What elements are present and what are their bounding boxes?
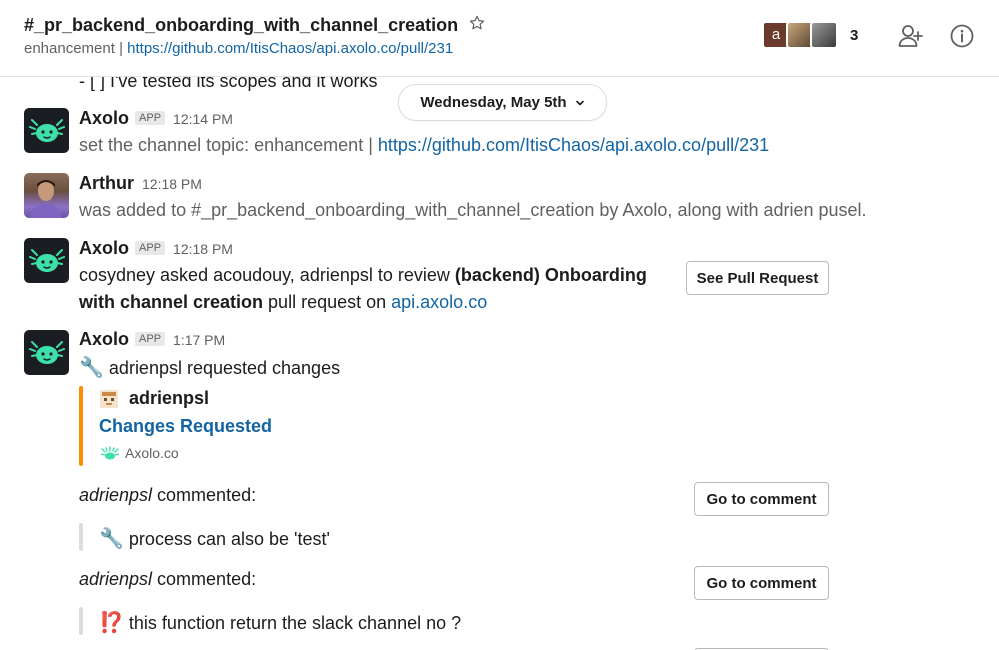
date-label: Wednesday, May 5th (420, 94, 567, 111)
author-name[interactable]: Arthur (79, 173, 134, 193)
comment-quote: ⁉️ this function return the slack channe… (99, 610, 461, 635)
commented-label: commented: (152, 569, 257, 589)
axolo-avatar[interactable] (24, 330, 69, 375)
topic-separator: | (119, 40, 123, 57)
pr-title-part: (backend) Onboarding (454, 265, 647, 285)
quote-bar (79, 607, 83, 635)
member-avatar (810, 21, 838, 49)
topic-label: enhancement (24, 40, 115, 57)
pr-title-part: with channel creation (79, 292, 264, 312)
comment-quote: 🔧 process can also be 'test' (99, 526, 330, 551)
person-photo (30, 180, 62, 218)
comment-header: adrienpsl commented: (79, 569, 256, 590)
message-text: cosydney asked acoudouy, adrienpsl to re… (79, 265, 647, 286)
message-text: with channel creation pull request on ap… (79, 292, 487, 313)
attachment-author: adrienpsl (99, 388, 209, 409)
comment-header: adrienpsl commented: (79, 485, 256, 506)
review-request-text: pull request on (263, 292, 392, 312)
timestamp[interactable]: 12:14 PM (173, 111, 233, 127)
previous-message-text: - [ ] I've tested its scopes and it work… (79, 77, 378, 91)
axolo-avatar[interactable] (24, 108, 69, 153)
go-to-comment-button[interactable]: Go to comment (694, 482, 829, 516)
topic-change-text: set the channel topic: enhancement | (79, 135, 373, 155)
topic-link[interactable]: https://github.com/ItisChaos/api.axolo.c… (127, 40, 453, 57)
go-to-comment-button[interactable]: Go to comment (694, 566, 829, 600)
attachment-footer-text: Axolo.co (125, 445, 179, 461)
attachment-title: Changes Requested (99, 416, 272, 437)
commenter-name: adrienpsl (79, 569, 153, 589)
commenter-name: adrienpsl (79, 485, 153, 505)
author-name[interactable]: Axolo (79, 108, 129, 128)
quote-bar (79, 523, 83, 551)
attachment-author-name[interactable]: adrienpsl (129, 388, 209, 409)
timestamp[interactable]: 12:18 PM (142, 176, 202, 192)
timestamp[interactable]: 1:17 PM (173, 332, 225, 348)
channel-topic: enhancement | https://github.com/ItisCha… (24, 40, 453, 57)
channel-name[interactable]: #_pr_backend_onboarding_with_channel_cre… (24, 15, 458, 36)
author-name[interactable]: Axolo (79, 238, 129, 258)
comment-text: process can also be 'test' (128, 529, 330, 549)
message-text: 🔧 adrienpsl requested changes (79, 355, 340, 380)
message-text: was added to #_pr_backend_onboarding_wit… (79, 200, 867, 220)
star-icon[interactable] (468, 14, 486, 37)
member-list-button[interactable]: a 3 (762, 21, 858, 49)
user-avatar-icon (99, 389, 119, 409)
message-text: set the channel topic: enhancement | htt… (79, 135, 769, 156)
timestamp[interactable]: 12:18 PM (173, 241, 233, 257)
app-badge: APP (135, 332, 166, 346)
pull-request-link[interactable]: https://github.com/ItisChaos/api.axolo.c… (378, 135, 769, 155)
date-divider[interactable]: Wednesday, May 5th (398, 84, 607, 121)
attachment-color-bar (79, 386, 83, 466)
author-name[interactable]: Axolo (79, 329, 129, 349)
axolo-logo-icon (101, 446, 119, 460)
wrench-icon: 🔧 (99, 528, 124, 550)
channel-header: #_pr_backend_onboarding_with_channel_cre… (0, 0, 999, 77)
app-badge: APP (135, 111, 166, 125)
info-icon[interactable] (948, 22, 976, 50)
app-badge: APP (135, 241, 166, 255)
channel-title[interactable]: #_pr_backend_onboarding_with_channel_cre… (24, 14, 486, 37)
commented-label: commented: (152, 485, 257, 505)
axolotl-icon (28, 248, 65, 272)
axolo-avatar[interactable] (24, 238, 69, 283)
wrench-icon: 🔧 (79, 357, 104, 379)
axolotl-icon (28, 118, 65, 142)
review-request-text: cosydney asked acoudouy, adrienpsl to re… (79, 265, 455, 285)
member-count: 3 (850, 26, 859, 44)
message-list[interactable]: - [ ] I've tested its scopes and it work… (0, 77, 999, 650)
attachment-footer: Axolo.co (101, 445, 179, 461)
see-pull-request-button[interactable]: See Pull Request (686, 261, 829, 295)
message-meta: Axolo APP 12:18 PM (79, 238, 233, 259)
chevron-down-icon (575, 98, 585, 108)
changes-requested-link[interactable]: Changes Requested (99, 416, 272, 436)
add-member-icon[interactable] (897, 22, 925, 50)
requested-changes-text: adrienpsl requested changes (108, 358, 341, 378)
interrobang-icon: ⁉️ (99, 612, 124, 634)
comment-text: this function return the slack channel n… (128, 613, 462, 633)
repo-link[interactable]: api.axolo.co (391, 292, 487, 312)
message-meta: Arthur 12:18 PM (79, 173, 202, 194)
axolotl-icon (28, 340, 65, 364)
arthur-avatar[interactable] (24, 173, 69, 218)
message-meta: Axolo APP 1:17 PM (79, 329, 225, 350)
message-meta: Axolo APP 12:14 PM (79, 108, 233, 129)
